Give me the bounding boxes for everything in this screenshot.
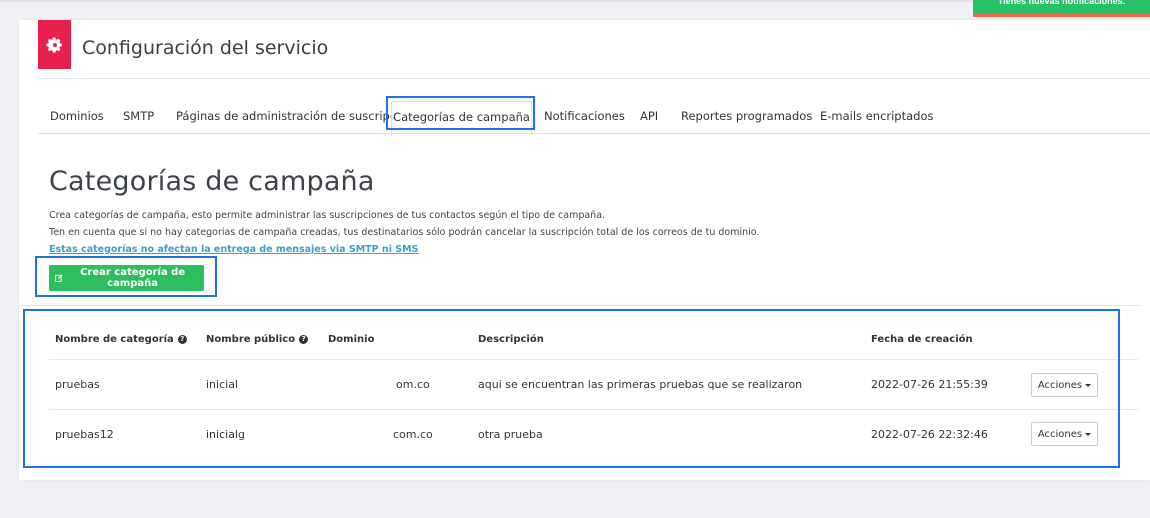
- col-header-name-label: Nombre de categoría: [55, 334, 174, 345]
- col-header-domain: Dominio: [328, 334, 375, 345]
- help-icon[interactable]: ?: [299, 335, 309, 344]
- actions-dropdown-button[interactable]: Acciones: [1031, 422, 1098, 446]
- cell-public: inicialg: [206, 428, 245, 441]
- tab-smtp[interactable]: SMTP: [123, 96, 154, 134]
- smtp-sms-note-link[interactable]: Estas categorías no afectan la entrega d…: [49, 244, 418, 255]
- col-header-description: Descripción: [478, 334, 544, 345]
- help-icon[interactable]: ?: [177, 335, 187, 344]
- caret-down-icon: [1085, 432, 1092, 436]
- create-category-button[interactable]: Crear categoría de campaña: [49, 265, 204, 291]
- cell-description: otra prueba: [478, 428, 543, 441]
- cell-description: aqui se encuentran las primeras pruebas …: [478, 378, 803, 391]
- cell-domain: om.co: [396, 378, 430, 391]
- gear-icon: [38, 20, 71, 69]
- caret-down-icon: [1085, 383, 1092, 387]
- notification-banner[interactable]: Tienes nuevas notificaciones.: [973, 0, 1150, 17]
- tab-emails-encriptados[interactable]: E-mails encriptados: [820, 96, 934, 134]
- col-header-created: Fecha de creación: [871, 334, 973, 345]
- cell-created: 2022-07-26 21:55:39: [871, 378, 988, 391]
- description-line-2: Ten en cuenta que si no hay categorias d…: [49, 227, 760, 238]
- cell-name: pruebas12: [55, 428, 114, 441]
- divider: [19, 305, 1141, 306]
- actions-label: Acciones: [1037, 379, 1083, 391]
- actions-label: Acciones: [1037, 428, 1083, 440]
- row-divider: [49, 359, 1138, 360]
- tab-paginas-suscripcion[interactable]: Páginas de administración de suscripción: [176, 96, 414, 134]
- col-header-public: Nombre público ?: [206, 334, 309, 345]
- cell-domain: com.co: [393, 428, 433, 441]
- col-header-public-label: Nombre público: [206, 334, 296, 345]
- tab-notificaciones[interactable]: Notificaciones: [544, 96, 625, 134]
- tab-categorias-campana[interactable]: Categorías de campaña: [391, 101, 532, 136]
- actions-dropdown-button[interactable]: Acciones: [1031, 373, 1098, 397]
- tab-api[interactable]: API: [640, 96, 658, 134]
- page-header-title: Configuración del servicio: [82, 37, 329, 59]
- create-category-label: Crear categoría de campaña: [80, 267, 186, 289]
- section-title: Categorías de campaña: [49, 166, 375, 197]
- tab-reportes-programados[interactable]: Reportes programados: [681, 96, 812, 134]
- tab-dominios[interactable]: Dominios: [50, 96, 104, 134]
- divider: [38, 78, 1150, 79]
- row-divider: [49, 409, 1138, 410]
- col-header-name: Nombre de categoría ?: [55, 334, 187, 345]
- description-line-1: Crea categorías de campaña, esto permite…: [49, 210, 606, 221]
- edit-icon: [55, 274, 63, 282]
- cell-created: 2022-07-26 22:32:46: [871, 428, 988, 441]
- cell-name: pruebas: [55, 378, 100, 391]
- cell-public: inicial: [206, 378, 238, 391]
- tabs-divider: [38, 133, 1150, 134]
